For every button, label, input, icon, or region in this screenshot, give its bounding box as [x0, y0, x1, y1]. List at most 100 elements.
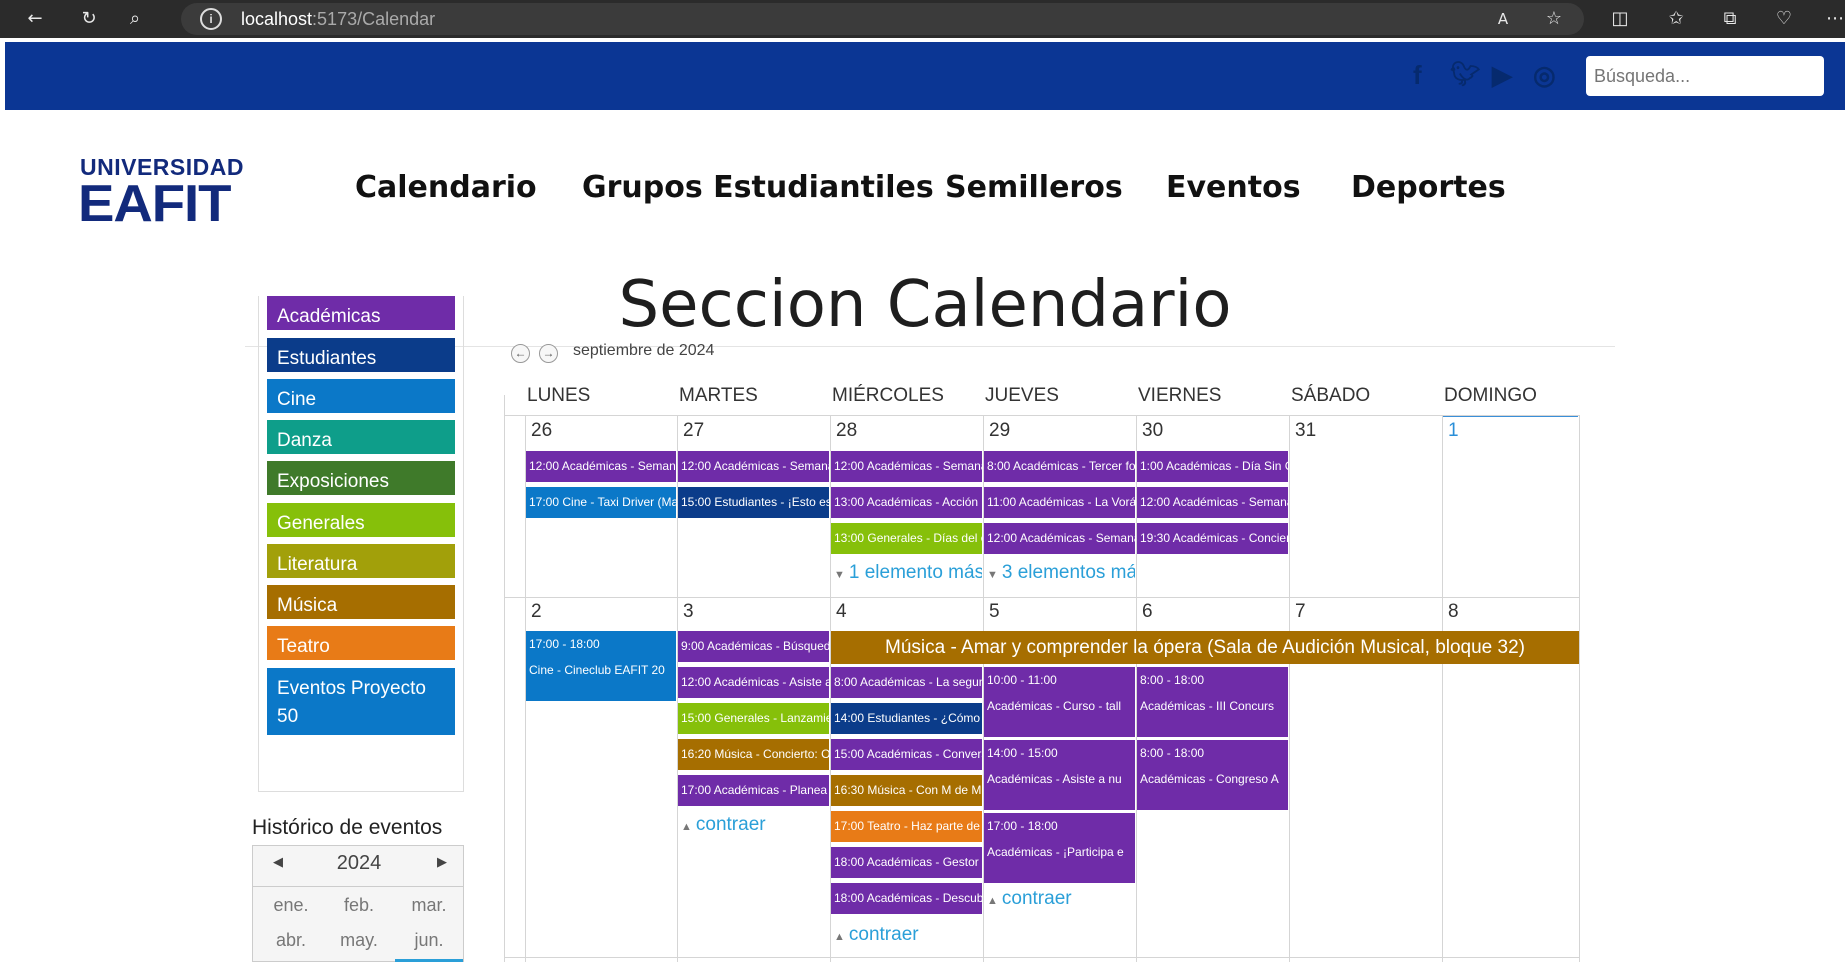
day-number[interactable]: 3 [683, 601, 694, 623]
back-icon[interactable]: ← [22, 6, 48, 32]
calendar-event[interactable]: 8:00 - 18:00 Académicas - Congreso A [1137, 740, 1288, 810]
collapse-link[interactable]: ▲ contraer [834, 924, 982, 946]
calendar-event[interactable]: 12:00 Académicas - Semana [831, 451, 982, 482]
nav-eventos[interactable]: Eventos [1166, 170, 1301, 205]
calendar-event[interactable]: 15:00 Académicas - Convers [831, 739, 982, 770]
next-year-icon[interactable]: ▶ [437, 854, 447, 870]
calendar-event[interactable]: 12:00 Académicas - Asiste a [678, 667, 829, 698]
calendar-event[interactable]: 17:00 - 18:00 Cine - Cineclub EAFIT 20 [526, 631, 676, 701]
day-number[interactable]: 26 [531, 420, 552, 442]
weekday-miercoles: MIÉRCOLES [832, 385, 944, 406]
calendar-event[interactable]: 1:00 Académicas - Día Sin C [1137, 451, 1288, 482]
calendar-event[interactable]: 12:00 Académicas - Semana [984, 523, 1135, 554]
calendar-event[interactable]: 17:00 - 18:00 Académicas - ¡Participa e [984, 813, 1135, 883]
calendar-event[interactable]: 19:30 Académicas - Concier [1137, 523, 1288, 554]
instagram-icon[interactable]: ◎ [1533, 60, 1556, 91]
collapse-link[interactable]: ▲ contraer [681, 814, 829, 836]
more-menu-icon[interactable]: ⋯ [1822, 6, 1845, 32]
collapse-link[interactable]: ▲ contraer [987, 888, 1135, 910]
nav-semilleros[interactable]: Semilleros [945, 170, 1123, 205]
month-may[interactable]: may. [329, 930, 389, 951]
calendar-event[interactable]: 8:00 Académicas - La segun [831, 667, 982, 698]
category-generales[interactable]: Generales [267, 503, 455, 537]
day-number[interactable]: 27 [683, 420, 704, 442]
calendar-event[interactable]: 10:00 - 11:00 Académicas - Curso - tall [984, 667, 1135, 737]
nav-calendario[interactable]: Calendario [355, 170, 537, 205]
calendar-event[interactable]: 17:00 Cine - Taxi Driver (Ma [526, 487, 676, 518]
url-text[interactable]: localhost:5173/Calendar [241, 9, 435, 30]
day-number[interactable]: 5 [989, 601, 1000, 623]
youtube-icon[interactable]: ▶ [1492, 60, 1512, 91]
caret-up-icon: ▲ [987, 895, 998, 907]
calendar-event[interactable]: 13:00 Académicas - Acción E [831, 487, 982, 518]
day-number[interactable]: 4 [836, 601, 847, 623]
calendar-event[interactable]: 16:30 Música - Con M de Mú [831, 775, 982, 806]
category-literatura[interactable]: Literatura [267, 544, 455, 578]
category-label: Literatura [277, 554, 358, 575]
category-estudiantes[interactable]: Estudiantes [267, 338, 455, 372]
favorite-star-icon[interactable]: ☆ [1541, 6, 1567, 32]
category-eventos-proyecto-50[interactable]: Eventos Proyecto 50 [267, 668, 455, 735]
browser-essentials-icon[interactable]: ♡ [1771, 6, 1797, 32]
month-abr[interactable]: abr. [261, 930, 321, 951]
category-danza[interactable]: Danza [267, 420, 455, 454]
calendar-event[interactable]: 12:00 Académicas - Semana [526, 451, 676, 482]
nav-grupos-estudiantiles[interactable]: Grupos Estudiantiles [582, 170, 934, 205]
category-exposiciones[interactable]: Exposiciones [267, 461, 455, 495]
month-mar[interactable]: mar. [399, 895, 459, 916]
day-number[interactable]: 31 [1295, 420, 1316, 442]
month-ene[interactable]: ene. [261, 895, 321, 916]
site-info-icon[interactable]: i [200, 8, 222, 30]
grid-line [504, 395, 505, 962]
calendar-prev-icon[interactable]: ← [511, 344, 530, 363]
day-number[interactable]: 8 [1448, 601, 1459, 623]
day-number-today[interactable]: 1 [1448, 420, 1459, 442]
calendar-event[interactable]: 9:00 Académicas - Búsqued [678, 631, 829, 662]
split-screen-icon[interactable]: ◫ [1607, 6, 1633, 32]
calendar-event[interactable]: 17:00 Teatro - Haz parte de l [831, 811, 982, 842]
day-number[interactable]: 30 [1142, 420, 1163, 442]
day-number[interactable]: 7 [1295, 601, 1306, 623]
category-musica[interactable]: Música [267, 585, 455, 619]
category-teatro[interactable]: Teatro [267, 626, 455, 660]
calendar-event[interactable]: 15:00 Estudiantes - ¡Esto es [678, 487, 829, 518]
collections-icon[interactable]: ⧉ [1717, 6, 1743, 32]
category-academicas[interactable]: Académicas [267, 296, 455, 330]
reload-icon[interactable]: ↻ [76, 6, 102, 32]
month-jun[interactable]: jun. [399, 930, 459, 951]
category-cine[interactable]: Cine [267, 379, 455, 413]
calendar-event[interactable]: 14:00 Estudiantes - ¿Cómo c [831, 703, 982, 734]
day-number[interactable]: 29 [989, 420, 1010, 442]
day-number[interactable]: 6 [1142, 601, 1153, 623]
calendar-event[interactable]: 16:20 Música - Concierto: O [678, 739, 829, 770]
calendar-event[interactable]: 11:00 Académicas - La Vorá [984, 487, 1135, 518]
calendar-event[interactable]: 18:00 Académicas - Gestor b [831, 847, 982, 878]
nav-deportes[interactable]: Deportes [1351, 170, 1506, 205]
calendar-event[interactable]: 12:00 Académicas - Semana [1137, 487, 1288, 518]
category-label: Cine [277, 389, 317, 410]
calendar-next-icon[interactable]: → [539, 344, 558, 363]
search-icon[interactable]: ⌕ [122, 6, 148, 32]
event-time: 8:00 - 18:00 [1140, 673, 1205, 687]
day-number[interactable]: 28 [836, 420, 857, 442]
search-input[interactable] [1586, 56, 1824, 96]
twitter-icon[interactable]: 🐦︎ [1450, 60, 1480, 89]
read-aloud-icon[interactable]: A [1490, 6, 1516, 32]
logo-eafit[interactable]: EAFIT [78, 174, 232, 234]
month-feb[interactable]: feb. [329, 895, 389, 916]
calendar-event[interactable]: 13:00 Generales - Días del c [831, 523, 982, 554]
calendar-event[interactable]: 17:00 Académicas - Planea [678, 775, 829, 806]
calendar-event[interactable]: 8:00 Académicas - Tercer fo [984, 451, 1135, 482]
more-events-link[interactable]: ▼ 1 elemento más [834, 562, 982, 584]
calendar-event[interactable]: 18:00 Académicas - Descubr [831, 883, 982, 914]
calendar-event[interactable]: 8:00 - 18:00 Académicas - III Concurs [1137, 667, 1288, 737]
favorites-icon[interactable]: ✩ [1663, 6, 1689, 32]
calendar-event-multiday[interactable]: Música - Amar y comprender la ópera (Sal… [831, 631, 1579, 664]
more-events-link[interactable]: ▼ 3 elementos más [987, 562, 1135, 584]
calendar-event[interactable]: 14:00 - 15:00 Académicas - Asiste a nu [984, 740, 1135, 810]
day-number[interactable]: 2 [531, 601, 542, 623]
facebook-icon[interactable]: f [1413, 60, 1422, 91]
calendar-event[interactable]: 15:00 Generales - Lanzamie [678, 703, 829, 734]
more-events-label: 3 elementos más [1001, 562, 1135, 583]
calendar-event[interactable]: 12:00 Académicas - Semana [678, 451, 829, 482]
